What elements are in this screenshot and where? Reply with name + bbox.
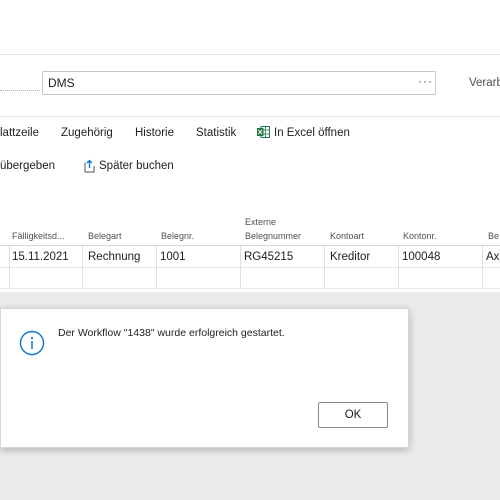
menu-in-excel-oeffnen[interactable]: In Excel öffnen bbox=[274, 127, 350, 139]
excel-icon bbox=[257, 126, 270, 138]
col-belegnr[interactable]: Belegnr. bbox=[161, 230, 194, 242]
col-kontoart[interactable]: Kontoart bbox=[330, 230, 364, 242]
col-externe-belegnummer[interactable]: Belegnummer bbox=[245, 230, 301, 242]
dms-field[interactable] bbox=[42, 71, 436, 95]
col-faelligkeitsdatum[interactable]: Fälligkeitsd... bbox=[12, 230, 65, 242]
column-divider bbox=[156, 246, 157, 288]
col-belegart[interactable]: Belegart bbox=[88, 230, 122, 242]
ok-button[interactable]: OK bbox=[318, 402, 388, 428]
col-externe[interactable]: Externe bbox=[245, 216, 276, 228]
cell-belegart[interactable]: Rechnung bbox=[88, 251, 140, 263]
col-kontonr[interactable]: Kontonr. bbox=[403, 230, 437, 242]
post-later-icon bbox=[84, 159, 95, 173]
column-divider bbox=[324, 246, 325, 288]
row-divider bbox=[0, 288, 500, 289]
cell-externe-belegnummer[interactable]: RG45215 bbox=[244, 251, 293, 263]
cell-faelligkeitsdatum[interactable]: 15.11.2021 bbox=[12, 251, 69, 263]
top-bar bbox=[0, 0, 500, 55]
verarbeiten-action[interactable]: Verarb bbox=[469, 77, 500, 89]
menu-statistik[interactable]: Statistik bbox=[196, 127, 236, 139]
field-caption-dots bbox=[0, 74, 40, 91]
column-divider bbox=[82, 246, 83, 288]
action-uebergeben[interactable]: übergeben bbox=[0, 160, 55, 172]
dialog-message: Der Workflow "1438" wurde erfolgreich ge… bbox=[58, 327, 285, 339]
menu-buchblattzeile[interactable]: lattzeile bbox=[0, 127, 39, 139]
action-spaeter-buchen[interactable]: Später buchen bbox=[99, 160, 174, 172]
cell-kontonr[interactable]: 100048 bbox=[402, 251, 440, 263]
column-divider bbox=[398, 246, 399, 288]
field-assist-button[interactable]: ··· bbox=[418, 74, 433, 88]
column-divider bbox=[240, 246, 241, 288]
col-beschreibung[interactable]: Be bbox=[488, 230, 499, 242]
menu-zugehoerig[interactable]: Zugehörig bbox=[61, 127, 113, 139]
cell-belegnr[interactable]: 1001 bbox=[160, 251, 186, 263]
row-divider bbox=[0, 267, 500, 268]
dms-field-value: DMS bbox=[48, 76, 75, 90]
cell-beschreibung[interactable]: Axi bbox=[486, 251, 500, 263]
info-icon bbox=[19, 330, 45, 356]
column-divider bbox=[482, 246, 483, 288]
cell-kontoart[interactable]: Kreditor bbox=[330, 251, 370, 263]
column-divider bbox=[9, 246, 10, 288]
menu-historie[interactable]: Historie bbox=[135, 127, 174, 139]
header-separator bbox=[0, 116, 500, 117]
table-header-divider bbox=[0, 245, 500, 246]
